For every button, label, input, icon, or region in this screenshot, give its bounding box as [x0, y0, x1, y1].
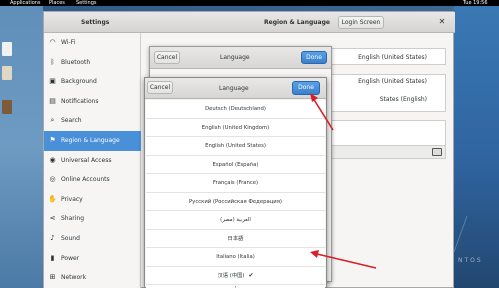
dialog-title-back: Language	[220, 54, 250, 61]
language-label: 汉语 (中国)	[217, 272, 245, 279]
sidebar-item-label: Search	[61, 117, 82, 125]
language-value: English (United States)	[358, 54, 427, 61]
language-option-japanese[interactable]: 日本語	[146, 230, 325, 248]
sidebar-item-region-language[interactable]: ⚑ Region & Language	[44, 131, 141, 151]
background-icon: ▣	[49, 77, 56, 86]
sidebar-item-label: Wi-Fi	[61, 39, 76, 46]
app-title: Settings	[81, 19, 110, 26]
sidebar-item-background[interactable]: ▣ Background	[44, 72, 141, 92]
login-screen-button[interactable]: Login Screen	[338, 16, 384, 29]
desktop-trash-icon[interactable]	[2, 100, 12, 114]
cancel-button-back[interactable]: Cancel	[154, 51, 180, 64]
formats-value: English (United States)	[358, 78, 427, 85]
formats-value-2: States (English)	[379, 96, 427, 103]
sidebar-item-label: Network	[61, 274, 87, 282]
desktop-logo-line	[453, 216, 497, 252]
sidebar-item-label: Background	[61, 78, 97, 86]
sidebar-item-label: Notifications	[61, 97, 99, 105]
language-label: 日本語	[227, 235, 244, 242]
sidebar-item-label: Bluetooth	[61, 58, 91, 66]
language-option-francais[interactable]: Français (France)	[146, 174, 325, 193]
language-option-arabic[interactable]: العربية (مصر)	[146, 211, 325, 230]
language-option-english-uk[interactable]: English (United Kingdom)	[146, 119, 325, 137]
sidebar-item-online-accounts[interactable]: ◎ Online Accounts	[44, 170, 141, 190]
desktop-brand-text: NTOS	[458, 257, 483, 264]
top-bar: Applications Places Settings Tue 19:56	[0, 0, 499, 6]
done-button-back[interactable]: Done	[301, 51, 327, 64]
wifi-icon: ◠	[49, 38, 56, 46]
places-menu[interactable]: Places	[49, 0, 65, 6]
sidebar-item-label: Sharing	[61, 215, 85, 223]
privacy-icon: ✋	[48, 194, 57, 203]
language-label: Deutsch (Deutschland)	[205, 106, 266, 112]
close-icon[interactable]: ✕	[436, 16, 448, 28]
language-label: العربية (مصر)	[220, 217, 251, 223]
applications-menu[interactable]: Applications	[10, 0, 41, 6]
language-label: Italiano (Italia)	[216, 254, 255, 260]
power-icon: ▮	[50, 253, 55, 262]
bluetooth-icon: ᛒ	[50, 57, 55, 66]
language-option-english-us[interactable]: English (United States)	[146, 137, 325, 156]
sidebar-item-privacy[interactable]: ✋ Privacy	[44, 190, 141, 210]
sidebar-item-label: Sound	[61, 235, 80, 242]
sidebar-item-network[interactable]: ⊞ Network	[44, 268, 141, 288]
language-label: Español (España)	[212, 161, 259, 168]
language-label: Français (France)	[212, 180, 259, 186]
sidebar-item-label: Universal Access	[61, 156, 112, 164]
sidebar-item-notifications[interactable]: ▤ Notifications	[44, 92, 141, 112]
accessibility-icon: ◉	[49, 155, 56, 164]
language-list: Deutsch (Deutschland) English (United Ki…	[146, 100, 325, 288]
language-option-chinese[interactable]: 汉语 (中国) ✔	[146, 267, 325, 285]
page-title: Region & Language	[264, 19, 330, 26]
language-option-deutsch[interactable]: Deutsch (Deutschland)	[146, 100, 325, 119]
sidebar-item-label: Privacy	[61, 195, 83, 203]
language-option-italiano[interactable]: Italiano (Italia)	[146, 248, 325, 267]
sidebar-item-sound[interactable]: ♪ Sound	[44, 229, 141, 249]
dialog-header: Cancel Language Done	[145, 78, 326, 99]
network-icon: ⊞	[49, 273, 56, 282]
flag-icon: ⚑	[49, 136, 56, 144]
desktop-folder-icon[interactable]	[2, 66, 12, 80]
language-dialog: Cancel Language Done Deutsch (Deutschlan…	[144, 77, 327, 288]
account-icon: ◎	[49, 175, 56, 184]
sidebar-item-universal-access[interactable]: ◉ Universal Access	[44, 151, 141, 171]
sidebar-item-label: Power	[61, 254, 80, 262]
sidebar-item-wifi[interactable]: ◠ Wi-Fi	[44, 33, 141, 53]
settings-menu[interactable]: Settings	[76, 0, 97, 6]
language-option-russian[interactable]: Русский (Российская Федерация)	[146, 193, 325, 211]
language-option-espanol[interactable]: Español (España)	[146, 156, 325, 174]
sidebar: ◠ Wi-Fi ᛒ Bluetooth ▣ Background ▤ Notif…	[44, 33, 141, 288]
done-button[interactable]: Done	[292, 81, 320, 95]
dialog-title: Language	[219, 85, 249, 92]
sidebar-item-label: Region & Language	[61, 137, 120, 144]
header-bar: Settings Region & Language Login Screen …	[44, 12, 455, 33]
desktop-background-right: NTOS	[453, 6, 499, 288]
language-label: Русский (Российская Федерация)	[188, 198, 282, 205]
checkmark-icon: ✔	[248, 271, 254, 279]
speaker-icon: ♪	[50, 234, 55, 242]
sidebar-item-sharing[interactable]: ⋖ Sharing	[44, 209, 141, 229]
language-label: English (United States)	[205, 143, 266, 149]
language-label: English (United Kingdom)	[201, 124, 270, 131]
search-icon: ⌕	[50, 116, 55, 125]
sidebar-item-label: Online Accounts	[61, 176, 110, 184]
desktop-background-left	[0, 6, 43, 288]
keyboard-icon[interactable]	[432, 148, 442, 156]
dialog-header-back: Cancel Language Done	[150, 47, 331, 69]
bell-icon: ▤	[49, 96, 56, 105]
sidebar-item-search[interactable]: ⌕ Search	[44, 111, 141, 131]
desktop-file-icon[interactable]	[2, 42, 12, 56]
share-icon: ⋖	[49, 214, 56, 223]
sidebar-item-power[interactable]: ▮ Power	[44, 249, 141, 269]
sidebar-item-bluetooth[interactable]: ᛒ Bluetooth	[44, 53, 141, 73]
cancel-button[interactable]: Cancel	[147, 81, 173, 94]
clock[interactable]: Tue 19:56	[463, 0, 488, 6]
